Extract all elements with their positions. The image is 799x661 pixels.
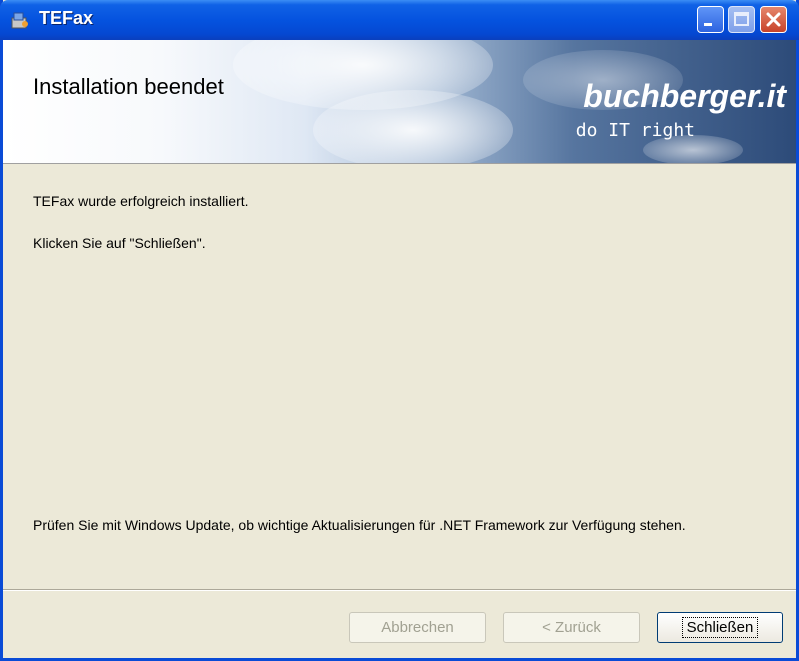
close-button[interactable]: Schließen <box>657 612 783 643</box>
close-button-label: Schließen <box>681 617 759 638</box>
header-banner: Installation beendet buchberger.it do IT… <box>3 40 796 164</box>
back-button[interactable]: < Zurück <box>503 612 640 643</box>
brand-logo: buchberger.it <box>583 78 786 114</box>
brand-tagline: do IT right <box>575 120 695 141</box>
footer-divider <box>3 589 796 591</box>
window-title: TEFax <box>39 8 94 28</box>
installer-icon <box>11 12 28 29</box>
maximize-icon <box>734 12 749 26</box>
title-bar[interactable]: TEFax <box>0 0 799 40</box>
update-note: Prüfen Sie mit Windows Update, ob wichti… <box>33 517 686 533</box>
close-window-button[interactable] <box>760 6 787 33</box>
cancel-button[interactable]: Abbrechen <box>349 612 486 643</box>
maximize-button[interactable] <box>728 6 755 33</box>
minimize-button[interactable] <box>697 6 724 33</box>
minimize-icon <box>704 23 712 26</box>
installer-window: TEFax Installation beendet buchberger.it… <box>0 0 799 661</box>
instruction-message: Klicken Sie auf "Schließen". <box>33 235 206 251</box>
page-title: Installation beendet <box>33 74 224 99</box>
close-icon <box>766 12 781 27</box>
success-message: TEFax wurde erfolgreich installiert. <box>33 193 249 209</box>
